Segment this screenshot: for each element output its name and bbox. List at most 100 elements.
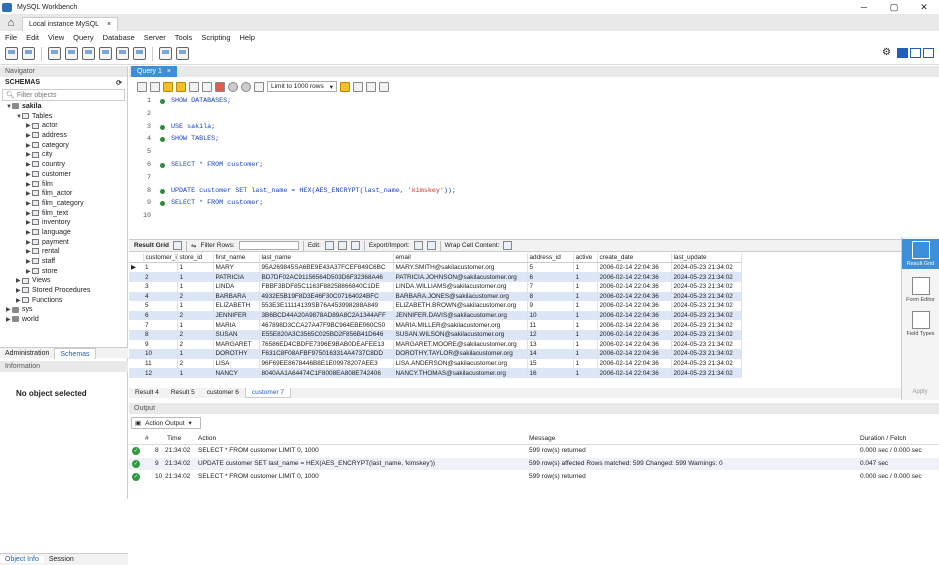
table-cell[interactable]: 2006-02-14 22:04:36 (597, 282, 672, 292)
table-cell[interactable]: PATRICIA.JOHNSON@sakilacustomer.org (393, 272, 528, 282)
table-row[interactable]: 6 2 JENNIFER 3B6BCD44A20A9878AD89A8C2A1344A… (129, 310, 742, 321)
table-cell[interactable]: 2 (177, 339, 214, 350)
toggle-output-icon[interactable] (910, 47, 921, 58)
table-cell[interactable]: DOROTHY.TAYLOR@sakilacustomer.org (393, 349, 528, 359)
create-function-icon[interactable] (133, 47, 146, 60)
table-cell[interactable]: 11 (143, 358, 178, 369)
table-cell[interactable]: 2024-05-23 21:34:02 (671, 262, 742, 273)
table-cell[interactable]: 4932E5B19F8D3E46F30C07164024BFC (259, 291, 394, 302)
column-header[interactable]: first_name (213, 253, 260, 264)
table-row[interactable]: 10 1 DOROTHY F631C8F08AFBF9750163314A4737C8… (129, 349, 742, 359)
table-cell[interactable]: 7 (143, 320, 178, 330)
table-cell[interactable]: LISA.ANDERSON@sakilacustomer.org (393, 358, 528, 369)
table-cell[interactable]: MARGARET.MOORE@sakilacustomer.org (393, 339, 528, 350)
table-cell[interactable]: 2006-02-14 22:04:36 (597, 349, 672, 359)
tree-item[interactable]: ▼ Tables (0, 112, 127, 122)
invisible-chars-icon[interactable] (366, 81, 377, 92)
table-row[interactable]: 2 1 PATRICIA BD7DF02AC91156564D503D6F32368A… (129, 272, 742, 282)
toggle-secondary-sidebar-icon[interactable] (923, 47, 934, 58)
table-cell[interactable]: LISA (213, 358, 260, 369)
table-cell[interactable]: 5 (143, 301, 178, 311)
tree-item[interactable]: ▶ rental (0, 247, 127, 257)
stop-on-error-icon[interactable] (215, 81, 225, 92)
table-cell[interactable]: 5 (527, 262, 574, 273)
wrap-cell-icon[interactable] (503, 241, 513, 250)
tree-item[interactable]: ▶ staff (0, 257, 127, 267)
table-cell[interactable]: 8 (527, 291, 574, 302)
menu-view[interactable]: View (48, 33, 64, 42)
table-cell[interactable]: E55E820A3C3565C025BD2F856B41D646 (259, 329, 394, 340)
sql-editor[interactable]: 1 SHOW DATABASES; 2 3 USE sakila; 4 SHOW TABLE… (129, 94, 939, 237)
query-tab-close-icon[interactable]: × (167, 68, 171, 75)
table-cell[interactable]: F631C8F08AFBF9750163314A4737C8DD (259, 349, 394, 359)
wrap-lines-icon[interactable] (379, 81, 390, 92)
menu-server[interactable]: Server (144, 33, 166, 42)
table-row[interactable]: 3 1 LINDA FBBF3BDF85C1163F88258866840C1DE LI… (129, 282, 742, 292)
table-cell[interactable]: 14 (527, 349, 574, 359)
table-cell[interactable]: 16 (527, 368, 574, 378)
table-cell[interactable]: SUSAN.WILSON@sakilacustomer.org (393, 329, 528, 340)
search-table-data-icon[interactable] (159, 47, 172, 60)
table-cell[interactable]: 1 (573, 301, 598, 311)
table-cell[interactable]: 1 (573, 310, 598, 321)
table-cell[interactable]: MARGARET (213, 339, 260, 350)
tab-customer-6[interactable]: customer 6 (201, 388, 245, 398)
autocommit-icon[interactable] (254, 81, 264, 92)
table-cell[interactable]: 12 (527, 329, 574, 340)
tab-result-5[interactable]: Result 5 (165, 388, 201, 398)
table-cell[interactable]: 12 (143, 368, 178, 378)
connection-tab[interactable]: Local instance MySQL × (22, 17, 119, 31)
column-header[interactable]: store_id (177, 253, 214, 264)
explain-icon[interactable] (189, 81, 199, 92)
table-cell[interactable]: 1 (573, 339, 598, 350)
table-cell[interactable]: 1 (573, 320, 598, 330)
column-header[interactable]: last_name (259, 253, 394, 264)
tree-item[interactable]: ▶ address (0, 131, 127, 141)
tree-item[interactable]: ▶ customer (0, 170, 127, 180)
tree-item[interactable]: ▶ language (0, 228, 127, 238)
connection-tab-close-icon[interactable]: × (107, 21, 111, 28)
table-row[interactable]: 7 1 MARIA 467898D3CCA27A47F9BC964EBE060C50 M… (129, 320, 742, 330)
menu-file[interactable]: File (5, 33, 17, 42)
table-cell[interactable]: 1 (573, 349, 598, 359)
tree-item[interactable]: ▶ country (0, 160, 127, 170)
tree-item[interactable]: ▶ category (0, 141, 127, 151)
table-cell[interactable]: 2006-02-14 22:04:36 (597, 262, 672, 273)
table-cell[interactable]: 1 (177, 301, 214, 311)
table-cell[interactable]: 2 (177, 291, 214, 302)
table-cell[interactable]: MARY.SMITH@sakilacustomer.org (393, 262, 528, 273)
open-file-icon[interactable] (137, 81, 147, 92)
table-cell[interactable]: 2006-02-14 22:04:36 (597, 301, 672, 311)
menu-help[interactable]: Help (240, 33, 255, 42)
minimize-button[interactable]: ─ (849, 0, 879, 14)
table-cell[interactable]: LINDA (213, 282, 260, 292)
table-row[interactable]: 4 2 BARBARA 4932E5B19F8D3E46F30C07164024BFC… (129, 291, 742, 302)
table-cell[interactable]: 553E3E11114139SB76A453998288A849 (259, 301, 394, 311)
tree-item[interactable]: ▶ film_text (0, 209, 127, 219)
table-row[interactable]: ▶ 1 1 MARY 95A269845SA6BE9E43A37FCEF849C6BC M… (129, 262, 742, 273)
tree-item[interactable]: ▶ film_category (0, 199, 127, 209)
add-row-icon[interactable] (337, 241, 347, 250)
tree-item[interactable]: ▶ city (0, 150, 127, 160)
table-cell[interactable]: 2006-02-14 22:04:36 (597, 291, 672, 302)
tree-item[interactable]: ▶ actor (0, 121, 127, 131)
table-cell[interactable]: 10 (527, 310, 574, 321)
tree-item[interactable]: ▶ sys (0, 305, 127, 315)
column-header[interactable]: create_date (597, 253, 672, 264)
rollback-icon[interactable] (241, 81, 251, 92)
query-tab[interactable]: Query 1 × (131, 66, 177, 77)
table-cell[interactable]: 2 (177, 358, 214, 369)
table-cell[interactable]: 1 (573, 282, 598, 292)
table-cell[interactable]: SUSAN (213, 329, 260, 340)
create-procedure-icon[interactable] (116, 47, 129, 60)
table-cell[interactable]: 10 (143, 349, 178, 359)
table-cell[interactable]: 11 (527, 320, 574, 330)
column-header[interactable]: address_id (527, 253, 574, 264)
menu-tools[interactable]: Tools (175, 33, 193, 42)
table-cell[interactable]: MARIA (213, 320, 260, 330)
table-cell[interactable]: 1 (177, 368, 214, 378)
tree-item[interactable]: ▶ inventory (0, 218, 127, 228)
inspect-icon[interactable] (48, 47, 61, 60)
table-cell[interactable]: 2024-05-23 21:34:02 (671, 310, 742, 321)
close-button[interactable]: ✕ (909, 0, 939, 14)
